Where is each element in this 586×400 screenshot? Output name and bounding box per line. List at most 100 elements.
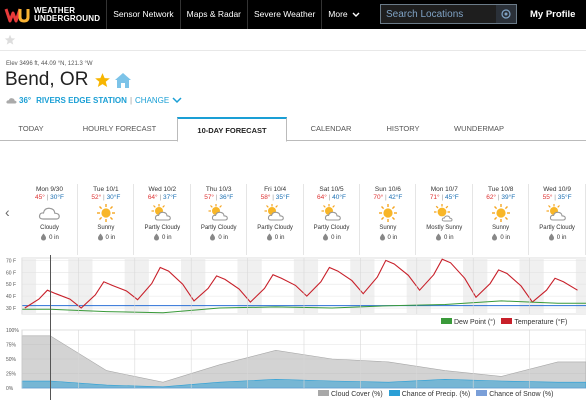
y-tick-label: 50%	[6, 357, 17, 363]
tab-wundermap[interactable]: WUNDERMAP	[431, 117, 527, 141]
day-name: Sun 10/6	[374, 186, 401, 193]
day-column[interactable]: Tue 10/8 62° | 39°F Sunny 0 in	[473, 184, 530, 255]
day-precip: 0 in	[304, 233, 359, 243]
day-temps: 58° | 35°F	[248, 194, 303, 201]
day-name: Fri 10/4	[264, 186, 287, 193]
day-low: 45°F	[444, 194, 459, 201]
tab-history[interactable]: HISTORY	[375, 117, 431, 141]
day-high: 64°	[317, 194, 327, 201]
search-box: Search Locations	[380, 4, 517, 24]
change-station-link[interactable]: CHANGE	[135, 96, 169, 105]
ten-day-forecast: Mon 9/30 45° | 30°F Cloudy 0 in Tue 10/1 52° …	[22, 184, 586, 255]
raindrop-icon	[435, 233, 442, 243]
day-precip: 0 in	[78, 233, 133, 243]
day-column[interactable]: Wed 10/9 55° | 35°F Partly Cloudy 0 in	[530, 184, 586, 255]
partly-cloudy-icon	[304, 203, 359, 223]
nav-more[interactable]: More	[321, 0, 365, 29]
nav-sensor-network[interactable]: Sensor Network	[106, 0, 179, 29]
day-high: 70°	[373, 194, 384, 201]
day-name: Tue 10/1	[93, 186, 119, 193]
nav-maps-radar[interactable]: Maps & Radar	[179, 0, 247, 29]
locate-me-button[interactable]	[496, 5, 516, 23]
hover-cursor-line	[50, 255, 51, 400]
tab-calendar[interactable]: CALENDAR	[287, 117, 375, 141]
cloud-chart-legend: Cloud Cover (%) Chance of Precip. (%) Ch…	[318, 390, 553, 398]
day-name: Wed 10/9	[543, 186, 571, 193]
legend-temperature-label: Temperature (°F)	[514, 319, 568, 326]
raindrop-icon	[379, 233, 386, 243]
partly-cloudy-icon	[191, 203, 246, 223]
city-title: Bend, OR	[5, 69, 89, 90]
day-precip: 0 in	[191, 233, 246, 243]
raindrop-icon	[266, 233, 273, 243]
wu-logo-icon	[4, 8, 30, 23]
precip-amount: 0 in	[218, 235, 229, 241]
day-column[interactable]: Sun 10/6 70° | 42°F Sunny 0 in	[360, 184, 417, 255]
day-high: 62°	[486, 194, 497, 201]
precip-amount: 0 in	[274, 235, 285, 241]
day-column[interactable]: Tue 10/1 52° | 30°F Sunny 0 in	[78, 184, 135, 255]
day-precip: 0 in	[248, 233, 303, 243]
nav-severe-weather[interactable]: Severe Weather	[247, 0, 321, 29]
logo-text: WEATHER UNDERGROUND	[34, 6, 101, 23]
tab-today[interactable]: TODAY	[0, 117, 62, 141]
day-name: Wed 10/2	[148, 186, 177, 193]
day-low: 30°F	[106, 194, 121, 201]
day-precip: 0 in	[360, 233, 415, 243]
day-column[interactable]: Fri 10/4 58° | 35°F Partly Cloudy 0 in	[248, 184, 304, 255]
legend-chance-precip-label: Chance of Precip. (%)	[401, 391, 471, 398]
day-column[interactable]: Sat 10/5 64° | 40°F Partly Cloudy 0 in	[304, 184, 360, 255]
tab-hourly-forecast[interactable]: HOURLY FORECAST	[62, 117, 177, 141]
day-low: 36°F	[219, 194, 234, 201]
top-nav-bar: WEATHER UNDERGROUND Sensor Network Maps …	[0, 0, 586, 29]
partly-cloudy-icon	[135, 203, 190, 223]
day-condition: Mostly Sunny	[426, 225, 463, 231]
legend-cloud-cover-label: Cloud Cover (%)	[331, 391, 383, 398]
day-temps: 71° | 45°F	[417, 194, 472, 201]
y-tick-label: 25%	[6, 372, 17, 378]
day-column[interactable]: Wed 10/2 64° | 37°F Partly Cloudy 0 in	[135, 184, 191, 255]
station-temp: 36°	[19, 95, 32, 105]
previous-arrow-icon[interactable]: ‹	[5, 204, 10, 220]
logo-line2: UNDERGROUND	[34, 13, 101, 23]
star-outline-icon[interactable]	[4, 34, 16, 46]
chance-snow-swatch	[476, 390, 488, 396]
precip-amount: 0 in	[387, 235, 398, 241]
day-condition: Sunny	[379, 225, 397, 231]
wu-logo[interactable]: WEATHER UNDERGROUND	[0, 0, 100, 29]
day-precip: 0 in	[417, 233, 472, 243]
home-icon[interactable]	[114, 72, 132, 89]
station-row: 36° RIVERS EDGE STATION | CHANGE	[6, 94, 586, 106]
day-temps: 62° | 39°F	[473, 194, 528, 201]
day-column[interactable]: Mon 10/7 71° | 45°F Mostly Sunny 0 in	[417, 184, 473, 255]
cloudy-icon	[22, 203, 77, 223]
y-tick-label: 75%	[6, 343, 17, 349]
day-column[interactable]: Mon 9/30 45° | 30°F Cloudy 0 in	[22, 184, 78, 255]
precip-amount: 0 in	[105, 235, 116, 241]
legend-temperature: Temperature (°F)	[501, 318, 567, 326]
day-temps: 57° | 36°F	[191, 194, 246, 201]
day-temps: 64° | 37°F	[135, 194, 190, 201]
day-temps: 45° | 30°F	[22, 194, 77, 201]
day-precip: 0 in	[473, 233, 528, 243]
raindrop-icon	[491, 233, 498, 243]
day-temps: 64° | 40°F	[304, 194, 359, 201]
day-precip: 0 in	[135, 233, 190, 243]
day-condition: Partly Cloudy	[257, 225, 293, 231]
raindrop-icon	[209, 233, 216, 243]
day-temps: 55° | 35°F	[530, 194, 585, 201]
day-column[interactable]: Thu 10/3 57° | 36°F Partly Cloudy 0 in	[191, 184, 248, 255]
station-name[interactable]: RIVERS EDGE STATION	[36, 96, 127, 105]
tab-10-day-forecast[interactable]: 10-DAY FORECAST	[177, 117, 287, 142]
crosshair-icon	[501, 9, 511, 19]
day-name: Mon 9/30	[35, 186, 64, 193]
my-profile-link[interactable]: My Profile	[530, 0, 575, 29]
chevron-down-icon[interactable]	[172, 96, 182, 104]
search-input[interactable]: Search Locations	[381, 9, 496, 20]
precip-amount: 0 in	[556, 235, 567, 241]
chance-precip-swatch	[388, 390, 400, 396]
precip-amount: 0 in	[443, 235, 454, 241]
day-name: Mon 10/7	[430, 186, 458, 193]
favorite-star-icon[interactable]	[94, 72, 111, 89]
raindrop-icon	[153, 233, 160, 243]
